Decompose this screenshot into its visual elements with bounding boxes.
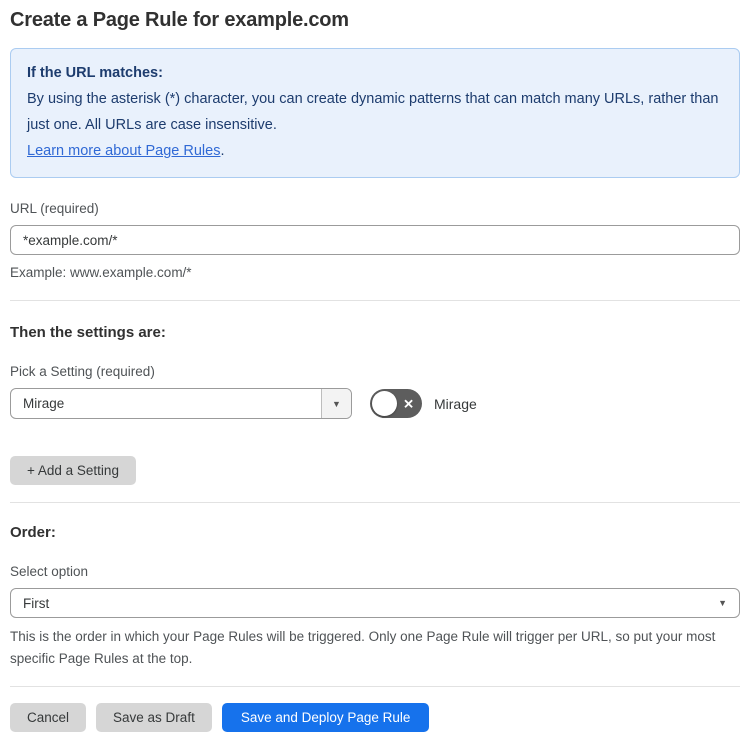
page-title: Create a Page Rule for example.com <box>10 9 349 31</box>
toggle-knob <box>372 391 397 416</box>
order-section-heading: Order: <box>10 524 56 541</box>
url-field-label: URL (required) <box>10 201 99 216</box>
info-box-body: By using the asterisk (*) character, you… <box>27 91 719 133</box>
mirage-toggle[interactable]: ✕ <box>370 389 422 418</box>
footer-buttons: Cancel Save as Draft Save and Deploy Pag… <box>10 703 740 732</box>
info-box-link-line: Learn more about Page Rules. <box>27 138 723 164</box>
setting-select-value: Mirage <box>23 396 65 411</box>
setting-row: Mirage ▼ ✕ Mirage <box>10 388 740 419</box>
url-input[interactable] <box>10 225 740 255</box>
order-select[interactable]: First ▼ <box>10 588 740 618</box>
chevron-down-icon: ▼ <box>718 598 727 608</box>
settings-section-heading: Then the settings are: <box>10 324 166 341</box>
order-select-label: Select option <box>10 564 89 579</box>
divider <box>10 502 740 503</box>
save-as-draft-button[interactable]: Save as Draft <box>96 703 212 732</box>
add-setting-wrap: + Add a Setting <box>10 456 740 485</box>
setting-select[interactable]: Mirage ▼ <box>10 388 352 419</box>
link-suffix: . <box>220 143 225 159</box>
mirage-toggle-label: Mirage <box>434 395 477 412</box>
url-match-info-box: If the URL matches: By using the asteris… <box>10 48 740 178</box>
url-example-helper: Example: www.example.com/* <box>10 265 192 280</box>
save-and-deploy-button[interactable]: Save and Deploy Page Rule <box>221 703 430 732</box>
divider <box>10 300 740 301</box>
add-setting-button[interactable]: + Add a Setting <box>10 456 136 485</box>
cancel-button[interactable]: Cancel <box>10 703 87 732</box>
divider <box>10 686 740 687</box>
learn-more-link[interactable]: Learn more about Page Rules <box>27 143 220 159</box>
mirage-toggle-group: ✕ Mirage <box>370 389 477 418</box>
pick-setting-label: Pick a Setting (required) <box>10 364 155 379</box>
info-box-heading: If the URL matches: <box>27 65 163 81</box>
setting-select-arrow-button[interactable]: ▼ <box>321 389 351 418</box>
toggle-off-x-icon: ✕ <box>403 396 414 411</box>
page-rule-form: Create a Page Rule for example.com If th… <box>0 0 750 744</box>
chevron-down-icon: ▼ <box>332 398 341 409</box>
order-select-value: First <box>23 595 50 611</box>
order-helper-text: This is the order in which your Page Rul… <box>10 629 716 666</box>
